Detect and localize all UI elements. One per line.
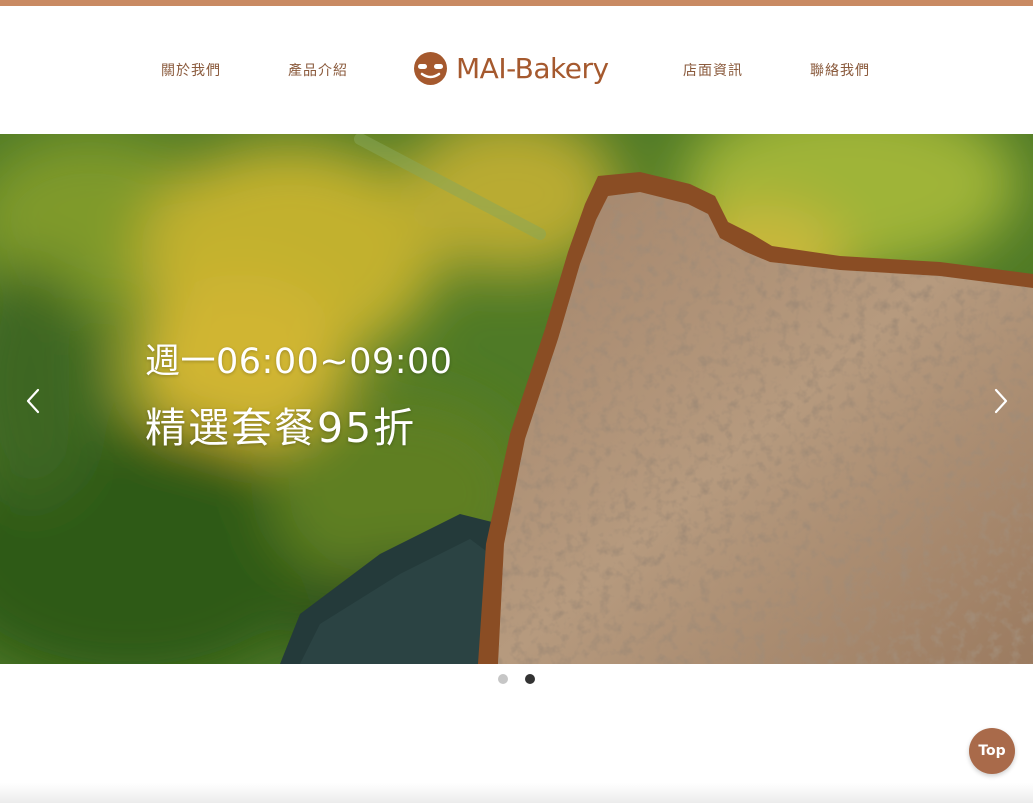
nav-link-products[interactable]: 產品介紹 <box>288 60 348 80</box>
hero-carousel: 週一06:00~09:00 精選套餐95折 <box>0 134 1033 664</box>
site-logo[interactable]: MAI-Bakery <box>413 48 609 88</box>
chevron-right-icon <box>994 388 1008 414</box>
carousel-dot-2-active[interactable] <box>525 674 535 684</box>
chevron-left-icon <box>26 388 40 414</box>
hero-caption: 週一06:00~09:00 精選套餐95折 <box>145 340 453 456</box>
carousel-indicators <box>498 674 540 686</box>
logo-text: MAI-Bakery <box>456 51 609 85</box>
carousel-dot-1[interactable] <box>498 674 508 684</box>
back-to-top-button[interactable]: Top <box>969 728 1015 774</box>
carousel-prev-button[interactable] <box>20 382 46 420</box>
nav-link-store-info[interactable]: 店面資訊 <box>683 60 743 80</box>
bread-face-icon <box>414 51 447 85</box>
site-header: 關於我們 產品介紹 MAI-Bakery 店面資訊 聯絡我們 <box>0 6 1033 134</box>
hero-promo-text: 精選套餐95折 <box>145 404 417 452</box>
carousel-next-button[interactable] <box>988 382 1014 420</box>
nav-link-contact[interactable]: 聯絡我們 <box>810 60 870 80</box>
hero-schedule-text: 週一06:00~09:00 <box>145 342 453 382</box>
page-bottom-edge <box>0 783 1033 803</box>
nav-link-about[interactable]: 關於我們 <box>161 60 221 80</box>
